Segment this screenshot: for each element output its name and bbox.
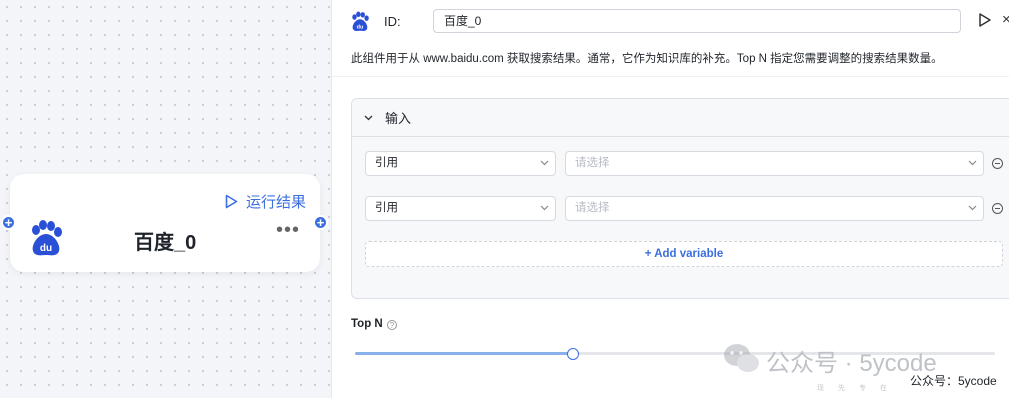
node-title: 百度_0 (134, 232, 197, 254)
svg-text:du: du (357, 25, 364, 31)
chevron-down-icon (364, 115, 373, 121)
input-section-title: 输入 (385, 111, 412, 126)
id-input[interactable]: 百度_0 (433, 9, 961, 33)
output-port-plus-icon[interactable]: + (313, 215, 328, 230)
remove-variable-minus-icon[interactable] (992, 158, 1003, 169)
divider (332, 76, 1009, 77)
id-label: ID: (384, 14, 401, 29)
variable-type-value: 引用 (375, 157, 398, 169)
variable-reference-select[interactable]: 请选择 (565, 151, 984, 176)
variable-type-select[interactable]: 引用 (365, 151, 556, 176)
variable-type-value: 引用 (375, 202, 398, 214)
watermark: 公众号 · 5ycode 现先专在 公众号：5ycode (722, 340, 1007, 398)
remove-variable-minus-icon[interactable] (992, 203, 1003, 214)
variable-type-select[interactable]: 引用 (365, 196, 556, 221)
add-variable-button[interactable]: + Add variable (365, 241, 1003, 267)
slider-fill (355, 352, 573, 355)
more-dots-icon[interactable]: ••• (276, 219, 300, 242)
slider-thumb[interactable] (566, 348, 579, 360)
input-section-header[interactable]: 输入 (352, 99, 1009, 137)
top-n-label: Top N (351, 318, 383, 330)
chevron-down-icon (968, 205, 977, 211)
variable-reference-placeholder: 请选择 (575, 202, 610, 214)
input-section: 输入 引用 请选择 引用 请选择 + Add variable (351, 98, 1009, 299)
run-result-label: 运行结果 (245, 194, 306, 211)
baidu-node-card[interactable]: 运行结果 du 百度_0 ••• (10, 174, 320, 272)
component-description: 此组件用于从 www.baidu.com 获取搜索结果。通常，它作为知识库的补充… (351, 53, 943, 65)
close-icon[interactable]: × (1002, 11, 1009, 28)
chevron-down-icon (968, 160, 977, 166)
input-port-plus-icon[interactable]: + (1, 215, 16, 230)
baidu-paw-icon: du (32, 220, 62, 256)
watermark-account: 公众号：5ycode (910, 374, 997, 388)
help-icon[interactable]: ? (387, 320, 397, 330)
chevron-down-icon (540, 205, 549, 211)
watermark-subtext: 现先专在 (817, 385, 901, 392)
baidu-paw-icon: du (352, 11, 369, 31)
svg-text:du: du (40, 243, 52, 254)
play-icon[interactable] (978, 12, 992, 28)
variable-reference-select[interactable]: 请选择 (565, 196, 984, 221)
chevron-down-icon (540, 160, 549, 166)
wechat-logo-icon (724, 344, 759, 372)
variable-reference-placeholder: 请选择 (575, 157, 610, 169)
play-icon (225, 194, 238, 209)
config-panel: du ID: 百度_0 × 此组件用于从 www.baidu.com 获取搜索结… (331, 0, 1009, 398)
run-result-button[interactable]: 运行结果 (225, 191, 306, 212)
